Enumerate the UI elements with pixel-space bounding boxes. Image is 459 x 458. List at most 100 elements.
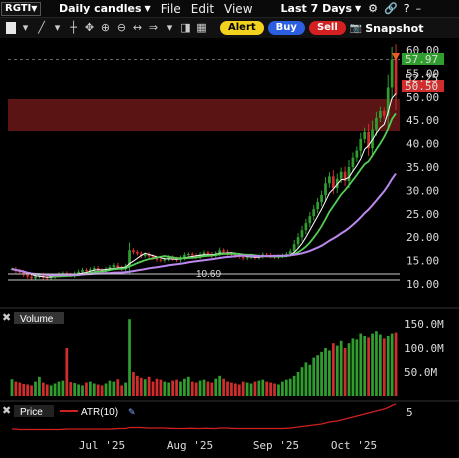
volume-bar [194,382,198,396]
atr-tab-label: ATR(10) [81,407,118,418]
volume-bar [53,383,57,396]
minimize-icon[interactable]: – [416,2,422,15]
symbol-text: RGTI [5,3,32,14]
volume-bar [253,381,257,396]
price-axis-tick: 20.00 [406,231,439,244]
candle-body [324,183,327,196]
volume-bar [163,381,167,396]
volume-bar [218,375,222,396]
volume-bar [69,382,73,396]
symbol-selector[interactable]: RGTI ▼ [1,1,41,16]
volume-bar [241,381,245,396]
volume-bar [108,380,112,396]
sell-button[interactable]: Sell [308,21,346,35]
volume-bar [237,384,241,396]
volume-bar [34,381,37,396]
range-label: Last 7 Days [280,2,352,15]
volume-bar [386,336,390,396]
volume-bar [100,385,104,396]
price-axis-tick: 25.00 [406,208,439,221]
ruler-icon[interactable]: ↔ [131,21,144,35]
volume-bar [363,336,367,396]
zoom-out-icon[interactable]: ⊖ [115,21,128,35]
volume-bar [390,333,394,396]
interval-selector[interactable]: Daily candles ▼ [59,2,151,15]
trendline-icon[interactable]: ╱ [35,21,48,35]
candle-body [163,259,167,261]
forward-icon[interactable]: ⇒ [147,21,160,35]
volume-bar [308,364,312,396]
volume-bar [96,384,100,396]
price-axis-tick: 10.00 [406,278,439,291]
volume-bar [214,378,218,396]
volume-bar [331,343,335,396]
price-axis-tick: 15.00 [406,255,439,268]
close-icon[interactable]: ✖ [2,311,11,324]
volume-bar [222,378,225,396]
menu-edit[interactable]: Edit [191,2,214,16]
volume-bar [104,383,108,396]
volume-bar [92,383,96,396]
volume-bar [206,381,210,396]
volume-bars [10,319,398,396]
interval-label: Daily candles [59,2,142,15]
volume-bar [230,382,233,396]
crosshair-icon[interactable]: ┼ [67,21,80,35]
snapshot-button[interactable]: 📷 Snapshot [350,22,424,35]
chevron-down-icon[interactable]: ▾ [163,21,176,35]
link-icon[interactable]: 🔗 [384,2,398,15]
volume-bar [18,382,22,396]
volume-bar [112,381,116,396]
candle-body [143,254,147,256]
candle-body [308,216,312,224]
close-icon[interactable]: ✖ [2,404,11,417]
candle-body [186,254,190,256]
volume-bar [245,382,249,396]
volume-bar [167,382,171,396]
candle-body [347,167,351,182]
volume-bar [183,378,186,396]
buy-button[interactable]: Buy [267,21,305,35]
pin-icon[interactable]: ✎ [128,408,136,418]
alert-button[interactable]: Alert [220,21,264,35]
time-axis-tick: Jul '25 [79,439,125,452]
price-tab-label: Price [20,407,43,418]
candle-body [34,276,37,279]
menu-view[interactable]: View [224,2,252,16]
move-icon[interactable]: ✥ [83,21,96,35]
volume-bar [116,379,120,396]
fit-icon[interactable]: ◨ [179,21,192,35]
range-selector[interactable]: Last 7 Days ▼ [281,2,362,15]
volume-bar [324,348,327,396]
volume-bar [81,385,84,396]
menu-file[interactable]: File [161,2,181,16]
chevron-down-icon: ▼ [144,4,151,13]
cursor-tool-icon[interactable] [6,22,16,34]
candle-body [320,195,323,203]
settings-icon[interactable]: ⚙ [368,2,378,15]
candle-body [81,269,84,272]
price-axis-tick: 40.00 [406,138,439,151]
chevron-down-icon[interactable]: ▾ [51,21,64,35]
price-chart[interactable]: 60.0055.0050.0045.0040.0035.0030.0025.00… [0,38,459,454]
volume-bar [249,383,253,396]
chevron-down-icon[interactable]: ▾ [19,21,32,35]
camera-icon: 📷 [349,22,363,34]
volume-title: Volume [20,314,54,325]
grid-icon[interactable]: ▦ [195,21,208,35]
candle-body [30,276,33,279]
candle-body [363,131,367,139]
volume-bar [347,343,351,396]
zoom-in-icon[interactable]: ⊕ [99,21,112,35]
volume-bar [139,377,143,396]
chevron-down-icon: ▼ [355,4,362,13]
volume-bar [261,379,265,396]
volume-bar [85,382,88,396]
candle-body [382,110,386,116]
support-line-label: 10.69 [196,269,221,280]
chart-panel[interactable]: 60.00 55.00 50.00 45.00 40.00 35.00 30.00 25.00… [0,38,459,454]
candle-body [300,230,304,238]
help-icon[interactable]: ? [404,2,410,15]
volume-bar [351,338,355,396]
volume-bar [320,351,323,396]
